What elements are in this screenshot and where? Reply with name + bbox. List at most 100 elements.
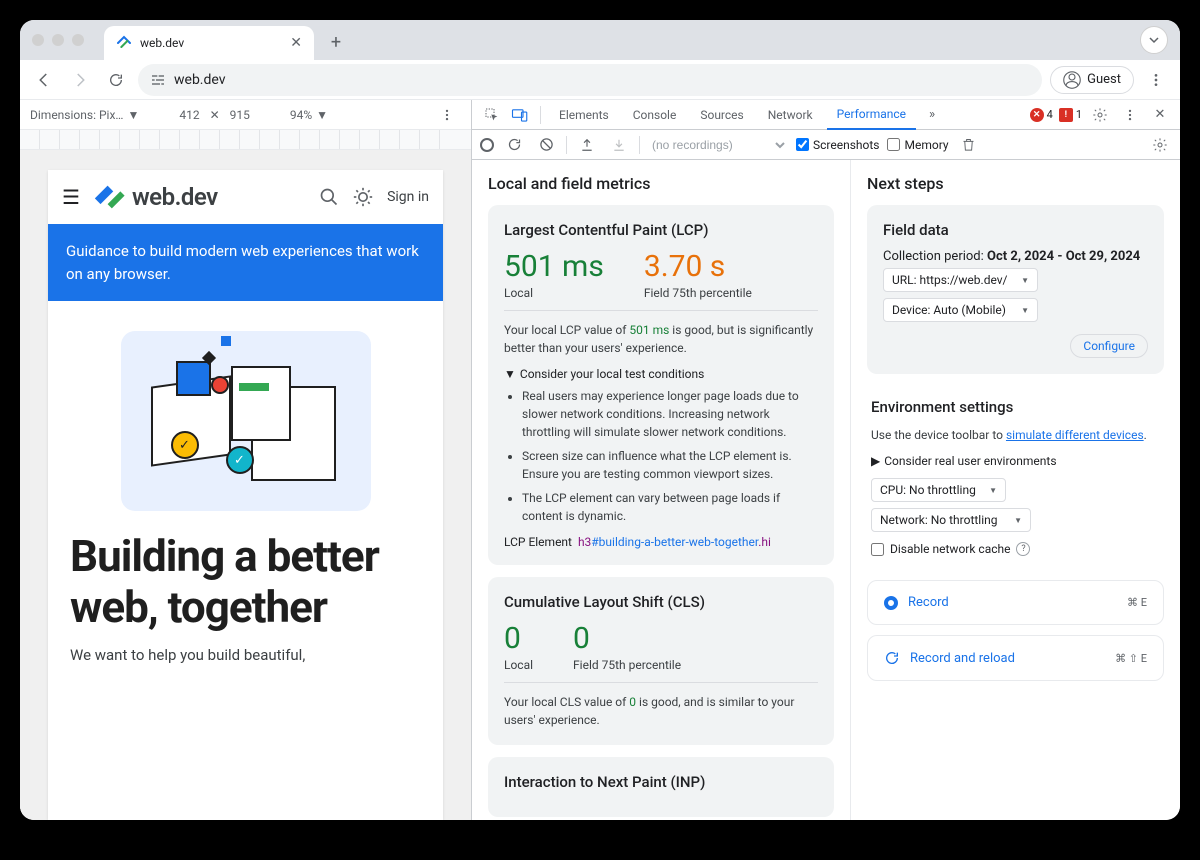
network-throttling-select[interactable]: Network: No throttling <box>871 508 1031 532</box>
browser-tab[interactable]: web.dev ✕ <box>104 26 314 60</box>
close-devtools-icon[interactable]: ✕ <box>1148 103 1172 127</box>
dimension-separator: ✕ <box>210 108 220 122</box>
tab-performance[interactable]: Performance <box>827 100 916 130</box>
recordings-select[interactable]: (no recordings) <box>648 137 788 153</box>
record-action[interactable]: Record ⌘ E <box>867 580 1164 625</box>
webdev-logo-icon <box>92 180 126 214</box>
devtools-panel: Elements Console Sources Network Perform… <box>472 100 1180 820</box>
site-logo-text: web.dev <box>132 183 218 211</box>
device-toggle-icon[interactable] <box>508 103 532 127</box>
more-tabs-icon[interactable]: » <box>920 103 944 127</box>
guest-icon <box>1063 71 1081 89</box>
inp-title: Interaction to Next Paint (INP) <box>504 773 818 791</box>
device-menu-button[interactable] <box>433 101 461 129</box>
tab-sources[interactable]: Sources <box>690 100 753 130</box>
env-settings-card: Environment settings Use the device tool… <box>867 386 1164 568</box>
hero-illustration: ✓ ✓ <box>121 331 371 511</box>
browser-menu-button[interactable] <box>1142 66 1170 94</box>
screenshots-checkbox[interactable]: Screenshots <box>796 138 879 152</box>
device-select[interactable]: Device: Auto (Mobile) <box>883 298 1038 322</box>
help-icon[interactable]: ? <box>1016 542 1030 556</box>
gc-icon[interactable] <box>957 133 981 157</box>
configure-button[interactable]: Configure <box>1070 334 1148 358</box>
record-reload-action[interactable]: Record and reload ⌘ ⇧ E <box>867 635 1164 681</box>
zoom-value: 94% <box>290 108 312 122</box>
url-select[interactable]: URL: https://web.dev/ <box>883 268 1038 292</box>
cls-title: Cumulative Layout Shift (CLS) <box>504 593 818 611</box>
clear-icon[interactable] <box>534 133 558 157</box>
device-width[interactable]: 412 <box>179 108 199 122</box>
memory-checkbox[interactable]: Memory <box>887 138 948 152</box>
guest-profile-button[interactable]: Guest <box>1050 66 1134 94</box>
lcp-element[interactable]: LCP Element h3#building-a-better-web-tog… <box>504 535 818 549</box>
traffic-close[interactable] <box>32 34 44 46</box>
perf-settings-icon[interactable] <box>1148 133 1172 157</box>
disable-cache-checkbox[interactable]: Disable network cache ? <box>871 542 1160 556</box>
inspect-icon[interactable] <box>480 103 504 127</box>
dimensions-select[interactable]: Dimensions: Pix… ▼ <box>30 108 139 122</box>
preview-body: ☰ web.dev Sign in Guidance to build mode… <box>20 150 471 820</box>
traffic-lights <box>32 34 84 46</box>
metrics-column: Local and field metrics Largest Contentf… <box>472 160 850 820</box>
new-tab-button[interactable]: + <box>322 28 350 56</box>
reload-record-icon[interactable] <box>502 133 526 157</box>
lcp-title: Largest Contentful Paint (LCP) <box>504 221 818 239</box>
hero-title: Building a better web, together <box>48 531 443 632</box>
forward-button[interactable] <box>66 66 94 94</box>
download-icon[interactable] <box>607 133 631 157</box>
collection-period: Collection period: Oct 2, 2024 - Oct 29,… <box>883 249 1148 264</box>
lcp-disclosure[interactable]: ▼ Consider your local test conditions <box>504 367 818 381</box>
dimensions-label: Dimensions: Pix… <box>30 108 123 122</box>
search-icon[interactable] <box>319 187 339 207</box>
metrics-section-title: Local and field metrics <box>488 174 834 193</box>
tab-network[interactable]: Network <box>758 100 823 130</box>
simulate-devices-link[interactable]: simulate different devices <box>1006 428 1144 442</box>
lcp-description: Your local LCP value of 501 ms is good, … <box>504 310 818 357</box>
errors-badge[interactable]: ✕4 <box>1030 108 1053 122</box>
lcp-field-value: 3.70 s <box>644 249 752 284</box>
record-shortcut: ⌘ E <box>1127 596 1147 609</box>
cls-field-label: Field 75th percentile <box>573 658 681 672</box>
settings-icon[interactable] <box>1088 103 1112 127</box>
performance-toolbar: (no recordings) Screenshots Memory <box>472 130 1180 160</box>
site-settings-icon[interactable] <box>150 72 166 88</box>
reload-button[interactable] <box>102 66 130 94</box>
env-text: Use the device toolbar to simulate diffe… <box>871 426 1160 444</box>
browser-toolbar: web.dev Guest <box>20 60 1180 100</box>
cls-field-value: 0 <box>573 621 681 656</box>
tab-elements[interactable]: Elements <box>549 100 619 130</box>
hamburger-icon[interactable]: ☰ <box>62 185 80 209</box>
record-button[interactable] <box>480 138 494 152</box>
record-reload-shortcut: ⌘ ⇧ E <box>1115 652 1147 665</box>
issues-badge[interactable]: !1 <box>1059 108 1082 122</box>
omnibox[interactable]: web.dev <box>138 64 1042 96</box>
device-toolbar: Dimensions: Pix… ▼ 412 ✕ 915 94% ▼ <box>20 100 471 130</box>
tab-console[interactable]: Console <box>623 100 687 130</box>
cls-local-label: Local <box>504 658 533 672</box>
device-height[interactable]: 915 <box>230 108 250 122</box>
traffic-maximize[interactable] <box>72 34 84 46</box>
lcp-considerations: Real users may experience longer page lo… <box>522 387 818 525</box>
site-header: ☰ web.dev Sign in <box>48 170 443 224</box>
site-logo[interactable]: web.dev <box>92 180 218 214</box>
inp-card: Interaction to Next Paint (INP) <box>488 757 834 817</box>
lcp-local-value: 501 ms <box>504 249 604 284</box>
cls-card: Cumulative Layout Shift (CLS) 0 Local 0 … <box>488 577 834 745</box>
upload-icon[interactable] <box>575 133 599 157</box>
zoom-select[interactable]: 94% ▼ <box>290 108 328 122</box>
tab-favicon-icon <box>116 35 132 51</box>
content-area: Dimensions: Pix… ▼ 412 ✕ 915 94% ▼ ☰ <box>20 100 1180 820</box>
theme-icon[interactable] <box>353 187 373 207</box>
sign-in-link[interactable]: Sign in <box>387 189 429 205</box>
record-icon <box>884 596 898 610</box>
back-button[interactable] <box>30 66 58 94</box>
next-steps-column: Next steps Field data Collection period:… <box>850 160 1180 820</box>
tabs-dropdown-button[interactable] <box>1140 26 1168 54</box>
tab-title: web.dev <box>140 36 282 50</box>
cpu-throttling-select[interactable]: CPU: No throttling <box>871 478 1006 502</box>
traffic-minimize[interactable] <box>52 34 64 46</box>
devtools-menu-icon[interactable] <box>1118 103 1142 127</box>
url-text: web.dev <box>174 72 226 88</box>
env-disclosure[interactable]: ▶ Consider real user environments <box>871 454 1160 468</box>
tab-close-icon[interactable]: ✕ <box>290 35 302 51</box>
